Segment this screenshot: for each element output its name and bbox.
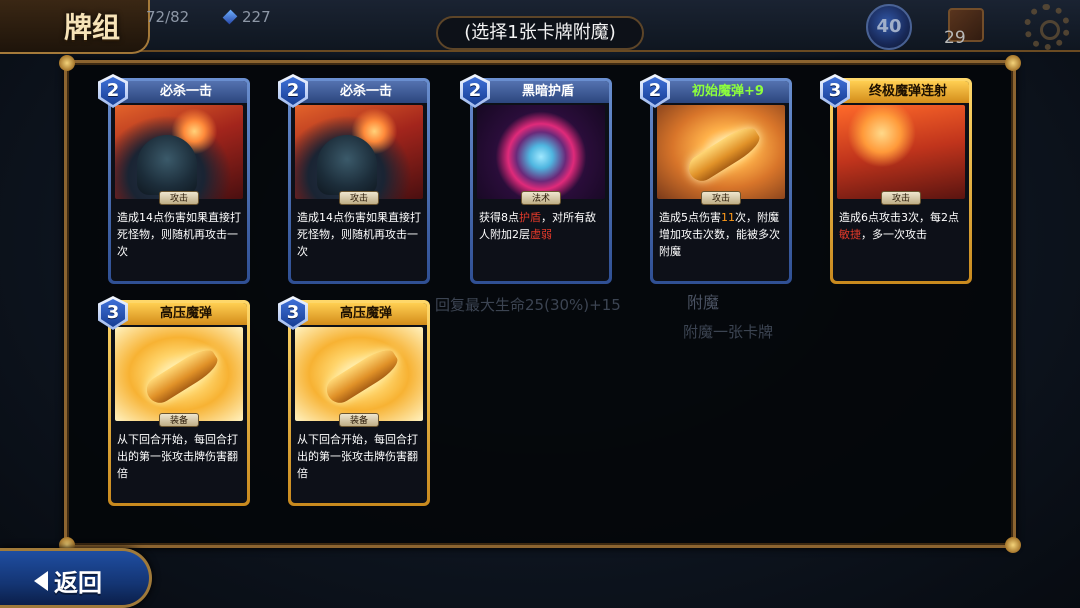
card-name: 必杀一击 <box>291 81 427 103</box>
card-type-label: 装备 <box>338 413 380 427</box>
background-text: 附魔 <box>687 293 720 312</box>
card-type-label: 攻击 <box>700 191 742 205</box>
back-label: 返回 <box>54 568 102 597</box>
magic-bullet-icon <box>322 344 402 408</box>
gold-counter: 227 <box>222 8 271 26</box>
card-cost: 2 <box>643 77 667 105</box>
card-description: 造成14点伤害如果直接打死怪物，则随机再攻击一次 <box>117 209 241 275</box>
top-bar: 牌组 72/82 227 (选择1张卡牌附魔) 40 29 <box>0 0 1080 54</box>
creature-icon <box>137 135 197 195</box>
card[interactable]: 必杀一击 攻击 造成14点伤害如果直接打死怪物，则随机再攻击一次 2 <box>98 74 250 284</box>
card-description-segment: 获得8点 <box>479 211 519 224</box>
creature-icon <box>317 135 377 195</box>
card-frame: 必杀一击攻击造成14点伤害如果直接打死怪物，则随机再攻击一次 <box>111 81 247 281</box>
card-description-segment: ，多一次攻击 <box>861 228 927 241</box>
card-cost: 2 <box>463 77 487 105</box>
card-description: 造成5点伤害11次，附魔增加攻击次数，能被多次附魔 <box>659 209 783 275</box>
card-art-image <box>477 105 605 199</box>
card-description-segment: 造成14点伤害如果直接打死怪物，则随机再攻击一次 <box>297 211 421 258</box>
corner-ornament <box>59 55 75 71</box>
gem-icon <box>222 9 238 25</box>
corner-ornament <box>1005 55 1021 71</box>
card-description-segment: 11 <box>721 211 735 224</box>
card-description-segment: 虚弱 <box>530 228 552 241</box>
card-type-label: 攻击 <box>880 191 922 205</box>
card-frame: 终极魔弹连射攻击造成6点攻击3次，每2点敏捷，多一次攻击 <box>833 81 969 281</box>
card-type-label: 攻击 <box>158 191 200 205</box>
card[interactable]: 必杀一击 攻击 造成14点伤害如果直接打死怪物，则随机再攻击一次 2 <box>278 74 430 284</box>
card-art-image <box>657 105 785 199</box>
card-cost: 2 <box>281 77 305 105</box>
card-description-segment: 从下回合开始，每回合打出的第一张攻击牌伤害翻倍 <box>297 433 418 480</box>
instruction-banner: (选择1张卡牌附魔) <box>436 16 644 50</box>
corner-ornament <box>1005 537 1021 553</box>
card-name: 高压魔弹 <box>111 303 247 325</box>
card[interactable]: 黑暗护盾 法术 获得8点护盾，对所有敌人附加2层虚弱 2 <box>460 74 612 284</box>
card-art-image <box>837 105 965 199</box>
card-name: 初始魔弹+9 <box>653 81 789 103</box>
back-button[interactable]: 返回 <box>0 548 152 608</box>
magic-bullet-icon <box>142 344 222 408</box>
card-art-image <box>295 105 423 199</box>
card[interactable]: 高压魔弹 装备 从下回合开始，每回合打出的第一张攻击牌伤害翻倍 3 <box>278 296 430 506</box>
card-name: 终极魔弹连射 <box>833 81 969 103</box>
card-type-label: 法术 <box>520 191 562 205</box>
card[interactable]: 初始魔弹+9 攻击造成5点伤害11次，附魔增加攻击次数，能被多次附魔 2 <box>640 74 792 284</box>
card-cost: 3 <box>823 77 847 105</box>
card-name: 高压魔弹 <box>291 303 427 325</box>
background-text: 回复最大生命25(30%)+15 <box>435 296 621 314</box>
card-name: 黑暗护盾 <box>473 81 609 103</box>
card-art-image <box>115 327 243 421</box>
card-description-segment: 护盾 <box>519 211 541 224</box>
card-name: 必杀一击 <box>111 81 247 103</box>
hp-counter: 72/82 <box>146 8 190 26</box>
mana-orb-icon[interactable]: 40 <box>866 4 912 50</box>
card-cost: 2 <box>101 77 125 105</box>
deck-count: 29 <box>944 28 966 48</box>
background-text: 附魔一张卡牌 <box>683 323 774 341</box>
card-cost: 3 <box>101 299 125 327</box>
gold-value: 227 <box>242 8 271 26</box>
card-frame: 必杀一击攻击造成14点伤害如果直接打死怪物，则随机再攻击一次 <box>291 81 427 281</box>
page-title: 牌组 <box>64 11 121 44</box>
card-art-image <box>115 105 243 199</box>
card-frame: 高压魔弹装备从下回合开始，每回合打出的第一张攻击牌伤害翻倍 <box>111 303 247 503</box>
card-description-segment: 造成6点攻击3次，每2点 <box>839 211 959 224</box>
card[interactable]: 高压魔弹 装备 从下回合开始，每回合打出的第一张攻击牌伤害翻倍 3 <box>98 296 250 506</box>
card-description-segment: 敏捷 <box>839 228 861 241</box>
card-description: 获得8点护盾，对所有敌人附加2层虚弱 <box>479 209 603 275</box>
gear-icon[interactable] <box>1024 4 1070 50</box>
card-description-segment: 造成5点伤害 <box>659 211 721 224</box>
magic-bullet-icon <box>684 122 764 186</box>
card-frame: 初始魔弹+9 攻击造成5点伤害11次，附魔增加攻击次数，能被多次附魔 <box>653 81 789 281</box>
card-frame: 黑暗护盾法术获得8点护盾，对所有敌人附加2层虚弱 <box>473 81 609 281</box>
card-type-label: 装备 <box>158 413 200 427</box>
card-frame: 高压魔弹装备从下回合开始，每回合打出的第一张攻击牌伤害翻倍 <box>291 303 427 503</box>
card[interactable]: 终极魔弹连射 攻击 造成6点攻击3次，每2点敏捷，多一次攻击 3 <box>820 74 972 284</box>
card-description: 从下回合开始，每回合打出的第一张攻击牌伤害翻倍 <box>117 431 241 497</box>
card-type-label: 攻击 <box>338 191 380 205</box>
card-description: 从下回合开始，每回合打出的第一张攻击牌伤害翻倍 <box>297 431 421 497</box>
card-art-image <box>295 327 423 421</box>
back-arrow-icon <box>34 571 48 591</box>
card-description: 造成14点伤害如果直接打死怪物，则随机再攻击一次 <box>297 209 421 275</box>
card-cost: 3 <box>281 299 305 327</box>
card-description-segment: 造成14点伤害如果直接打死怪物，则随机再攻击一次 <box>117 211 241 258</box>
card-description-segment: 从下回合开始，每回合打出的第一张攻击牌伤害翻倍 <box>117 433 238 480</box>
card-description: 造成6点攻击3次，每2点敏捷，多一次攻击 <box>839 209 963 275</box>
